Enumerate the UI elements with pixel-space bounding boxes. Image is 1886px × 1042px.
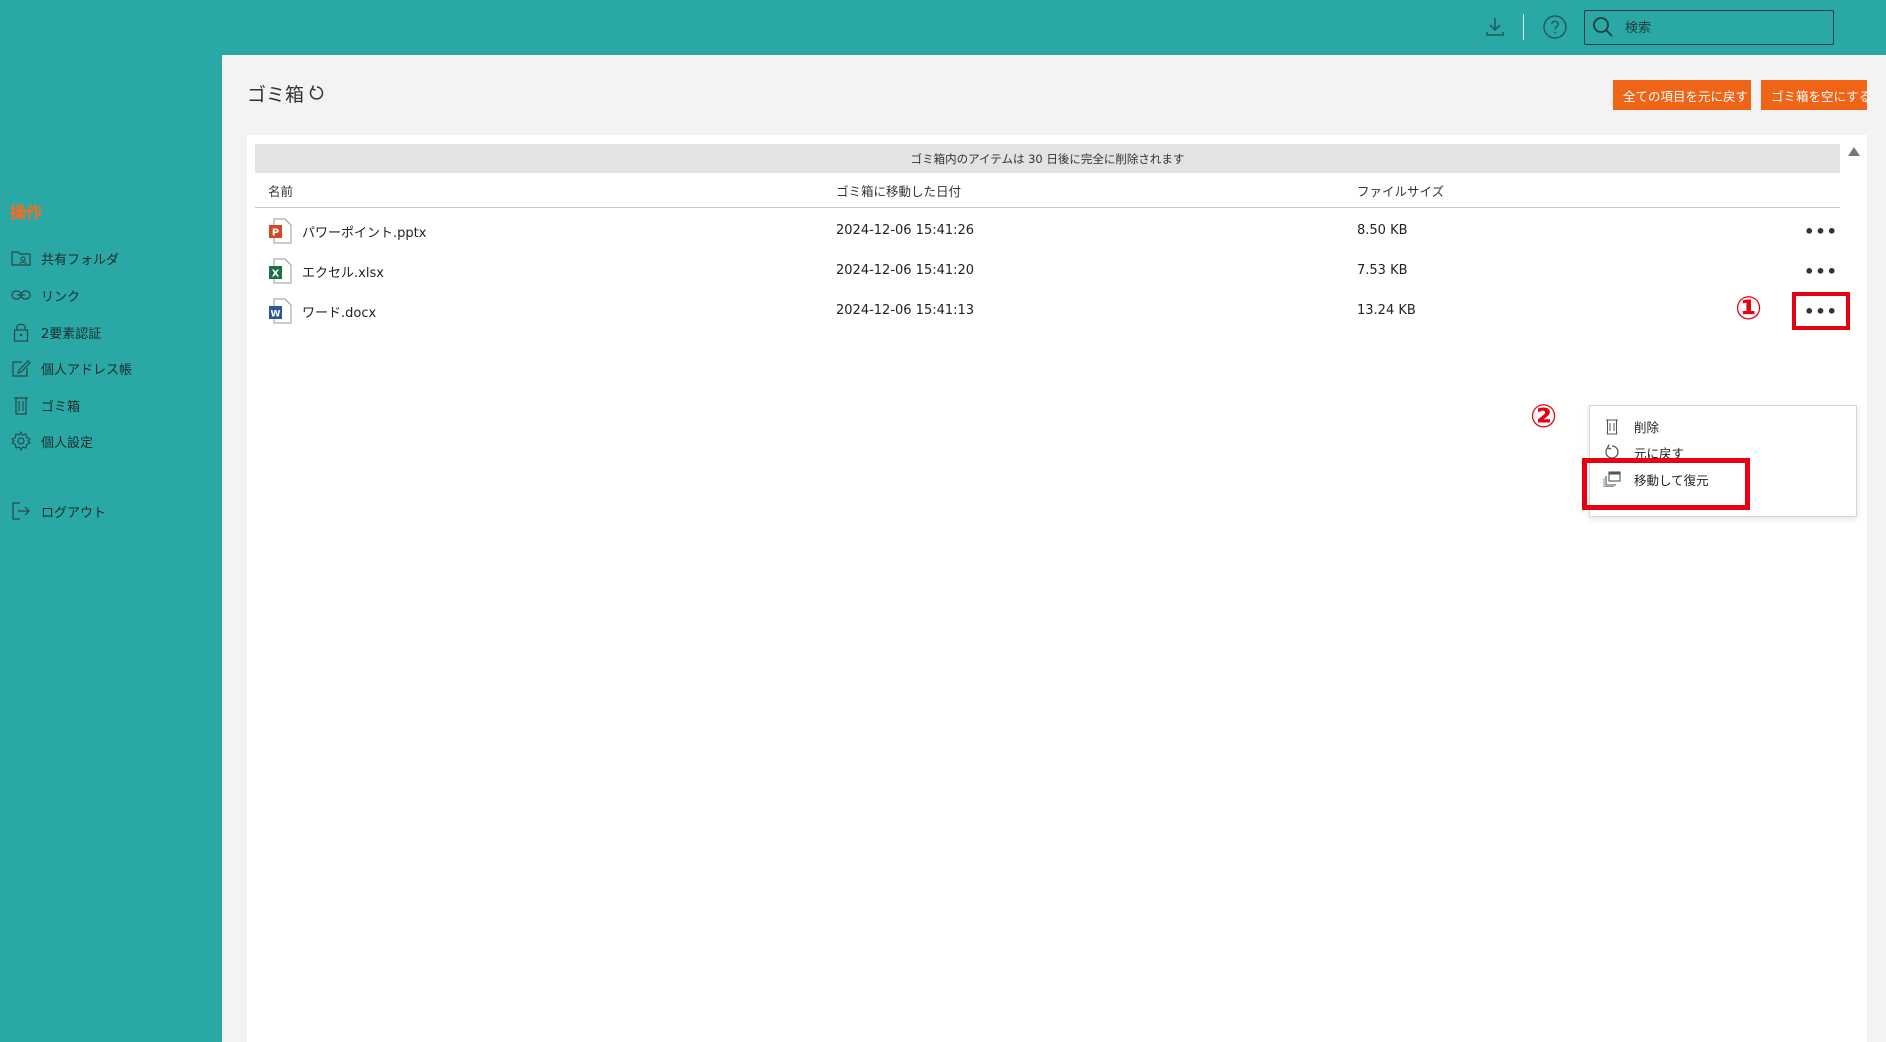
file-name-cell: X エクセル.xlsx: [268, 258, 384, 284]
sidebar-item-label: 個人設定: [41, 435, 94, 451]
column-header-name[interactable]: 名前: [268, 181, 293, 200]
menu-item-delete[interactable]: 削除: [1602, 414, 1659, 438]
empty-trash-button[interactable]: ゴミ箱を空にする: [1761, 80, 1871, 110]
search-input[interactable]: [1625, 17, 1825, 39]
column-header-size[interactable]: ファイルサイズ: [1357, 181, 1444, 200]
table-row[interactable]: W ワード.docx 2024-12-06 15:41:13 13.24 KB …: [255, 291, 1850, 331]
file-size: 7.53 KB: [1357, 263, 1408, 278]
refresh-icon[interactable]: [308, 84, 326, 107]
file-name: ワード.docx: [302, 305, 377, 321]
svg-text:W: W: [271, 310, 281, 320]
restore-all-button[interactable]: 全ての項目を元に戻す: [1613, 80, 1751, 110]
page-title: ゴミ箱: [247, 80, 326, 107]
step-2-annotation: ②: [1530, 397, 1558, 435]
trash-icon: [1602, 416, 1622, 436]
excel-file-icon: X: [269, 258, 292, 284]
link-icon: [10, 284, 32, 306]
topbar-divider: [1523, 14, 1524, 40]
sidebar-item-label: 共有フォルダ: [41, 252, 120, 268]
sidebar-heading: 操作: [10, 203, 43, 222]
svg-text:X: X: [272, 269, 280, 280]
trash-icon: [10, 394, 32, 416]
deleted-date: 2024-12-06 15:41:20: [836, 263, 975, 278]
file-name: パワーポイント.pptx: [302, 225, 427, 241]
more-options-button-highlighted[interactable]: •••: [1792, 292, 1850, 330]
gear-icon: [10, 430, 32, 452]
row-context-menu: 削除 元に戻す 移動して復元: [1582, 405, 1857, 517]
sidebar-item-label: ログアウト: [41, 505, 107, 521]
help-circle-icon[interactable]: [1542, 14, 1568, 40]
more-options-button[interactable]: •••: [1798, 218, 1844, 244]
search-icon: [1593, 17, 1613, 37]
page-title-text: ゴミ箱: [247, 84, 305, 106]
menu-item-label: 削除: [1634, 419, 1660, 435]
move-restore-highlight-box: [1582, 458, 1750, 510]
sidebar-item-link[interactable]: リンク: [10, 283, 80, 307]
trash-list-panel: ゴミ箱内のアイテムは 30 日後に完全に削除されます 名前 ゴミ箱に移動した日付…: [247, 135, 1867, 1042]
table-row[interactable]: P パワーポイント.pptx 2024-12-06 15:41:26 8.50 …: [255, 211, 1840, 251]
column-header-date[interactable]: ゴミ箱に移動した日付: [836, 181, 961, 200]
sidebar-item-address-book[interactable]: 個人アドレス帳: [10, 356, 132, 380]
top-bar: [0, 0, 1886, 55]
deleted-date: 2024-12-06 15:41:13: [836, 303, 975, 318]
sidebar-item-label: 個人アドレス帳: [41, 362, 133, 378]
table-row[interactable]: X エクセル.xlsx 2024-12-06 15:41:20 7.53 KB …: [255, 251, 1840, 291]
shared-folder-icon: [10, 247, 32, 269]
retention-notice: ゴミ箱内のアイテムは 30 日後に完全に削除されます: [255, 144, 1840, 173]
powerpoint-file-icon: P: [269, 218, 292, 244]
sidebar: 操作 共有フォルダ リンク 2要素認証 個人アドレス帳 ゴミ箱 個人設定 ログア…: [0, 55, 222, 1042]
sidebar-item-logout[interactable]: ログアウト: [10, 499, 106, 523]
sidebar-item-2fa[interactable]: 2要素認証: [10, 320, 101, 344]
svg-text:P: P: [272, 228, 279, 239]
more-options-button[interactable]: •••: [1798, 258, 1844, 284]
download-icon[interactable]: [1482, 14, 1508, 40]
search-box[interactable]: [1584, 10, 1834, 45]
file-name-cell: W ワード.docx: [268, 298, 376, 324]
lock-icon: [10, 321, 32, 343]
deleted-date: 2024-12-06 15:41:26: [836, 223, 975, 238]
sidebar-item-shared-folder[interactable]: 共有フォルダ: [10, 246, 119, 270]
step-1-annotation: ①: [1735, 289, 1763, 327]
sidebar-item-label: 2要素認証: [41, 326, 102, 342]
sidebar-item-settings[interactable]: 個人設定: [10, 429, 93, 453]
sidebar-item-trash[interactable]: ゴミ箱: [10, 393, 80, 417]
file-name: エクセル.xlsx: [302, 265, 384, 281]
sidebar-item-label: リンク: [41, 289, 81, 305]
file-size: 13.24 KB: [1357, 303, 1416, 318]
word-file-icon: W: [269, 298, 292, 324]
edit-note-icon: [10, 357, 32, 379]
logout-icon: [10, 500, 32, 522]
scroll-up-arrow[interactable]: [1848, 147, 1860, 156]
file-name-cell: P パワーポイント.pptx: [268, 218, 426, 244]
main-area: ゴミ箱 全ての項目を元に戻す ゴミ箱を空にする ゴミ箱内のアイテムは 30 日後…: [222, 55, 1886, 1042]
file-size: 8.50 KB: [1357, 223, 1408, 238]
sidebar-item-label: ゴミ箱: [41, 399, 81, 415]
header-divider: [255, 207, 1840, 208]
